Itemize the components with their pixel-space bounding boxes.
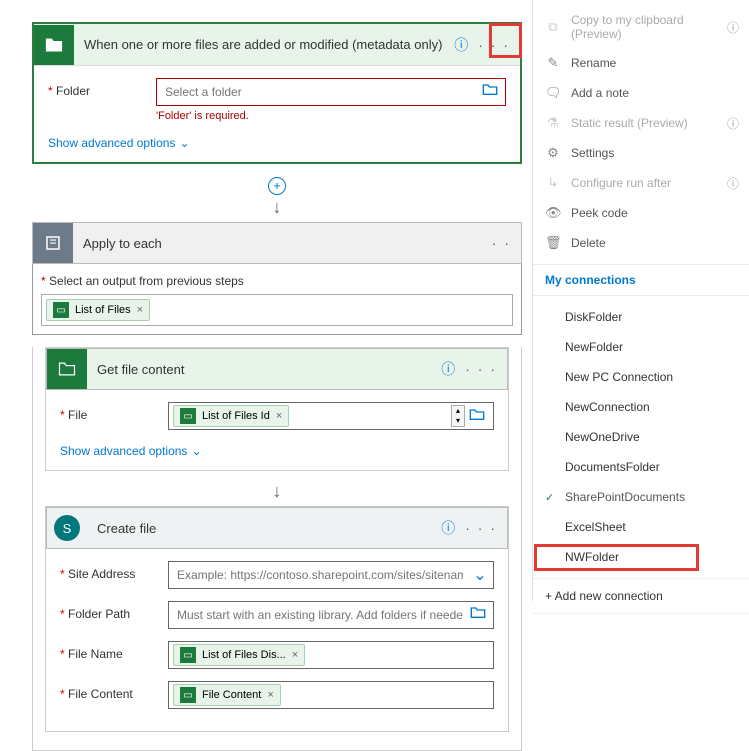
context-menu: ⧉Copy to my clipboard (Preview)ⓘ ✎Rename… (532, 0, 749, 601)
folder-icon: ▭ (53, 302, 69, 318)
createfile-title: Create file (87, 521, 441, 536)
folder-icon: ▭ (180, 687, 196, 703)
add-step-button[interactable]: + (268, 177, 286, 195)
output-label: Select an output from previous steps (41, 274, 244, 288)
createfile-header[interactable]: S Create file ⓘ · · · (46, 507, 508, 549)
folder-path-label: Folder Path (60, 601, 168, 621)
info-icon[interactable]: ⓘ (727, 19, 739, 36)
folder-label: Folder (48, 78, 156, 98)
more-button[interactable]: · · · (465, 361, 497, 377)
eye-icon: 👁 (545, 205, 561, 221)
connection-item[interactable]: SharePointDocuments (533, 482, 749, 512)
connection-item[interactable]: DocumentsFolder (533, 452, 749, 482)
folder-path-input[interactable] (168, 601, 494, 629)
folder-picker-icon[interactable] (469, 407, 489, 421)
trigger-header[interactable]: When one or more files are added or modi… (34, 24, 520, 66)
connection-item[interactable]: NewOneDrive (533, 422, 749, 452)
connection-item[interactable]: ExcelSheet (533, 512, 749, 542)
getfile-header[interactable]: Get file content ⓘ · · · (46, 348, 508, 390)
menu-settings[interactable]: ⚙Settings (533, 138, 749, 168)
connection-item[interactable]: NWFolder (533, 542, 749, 572)
sharepoint-icon: S (54, 515, 80, 541)
branch-icon: ↳ (545, 175, 561, 191)
connection-item[interactable]: DiskFolder (533, 302, 749, 332)
folder-icon: ▭ (180, 647, 196, 663)
apply-header[interactable]: Apply to each · · (32, 222, 522, 264)
getfile-title: Get file content (87, 362, 441, 377)
folder-input[interactable] (156, 78, 506, 106)
connector-arrow: +↓ (32, 170, 522, 222)
chevron-down-icon (179, 136, 189, 150)
remove-chip-icon[interactable]: × (137, 304, 143, 316)
site-address-label: Site Address (60, 561, 168, 581)
file-name-input[interactable]: ▭ List of Files Dis... × (168, 641, 494, 669)
menu-static[interactable]: ⚗Static result (Preview)ⓘ (533, 108, 749, 138)
dropdown-icon[interactable]: ⌄ (470, 565, 490, 585)
menu-runafter[interactable]: ↳Configure run afterⓘ (533, 168, 749, 198)
menu-peek[interactable]: 👁Peek code (533, 198, 749, 228)
output-field[interactable]: ▭ List of Files × (41, 294, 513, 326)
flask-icon: ⚗ (545, 115, 561, 131)
menu-rename[interactable]: ✎Rename (533, 48, 749, 78)
file-name-label: File Name (60, 641, 168, 661)
remove-chip-icon[interactable]: × (276, 410, 282, 422)
help-icon[interactable]: ⓘ (454, 35, 468, 55)
folder-icon (34, 25, 74, 65)
show-advanced-link[interactable]: Show advanced options (48, 136, 190, 150)
folder-error: 'Folder' is required. (156, 110, 506, 122)
help-icon[interactable]: ⓘ (441, 359, 455, 379)
site-address-input[interactable] (168, 561, 494, 589)
folder-icon: ▭ (180, 408, 196, 424)
file-id-chip[interactable]: ▭ List of Files Id × (173, 405, 289, 427)
chevron-down-icon (191, 444, 201, 458)
folder-picker-icon[interactable] (482, 82, 502, 96)
trigger-title: When one or more files are added or modi… (74, 37, 454, 52)
info-icon[interactable]: ⓘ (727, 115, 739, 132)
add-connection-button[interactable]: + Add new connection (533, 578, 749, 614)
more-button[interactable]: · · (492, 235, 511, 251)
file-content-input[interactable]: ▭ File Content × (168, 681, 494, 709)
file-label: File (60, 402, 168, 422)
folder-icon (47, 349, 87, 389)
connection-item[interactable]: NewConnection (533, 392, 749, 422)
menu-delete[interactable]: 🗑Delete (533, 228, 749, 258)
remove-chip-icon[interactable]: × (292, 649, 298, 661)
folder-picker-icon[interactable] (470, 605, 490, 619)
list-of-files-chip[interactable]: ▭ List of Files × (46, 299, 150, 321)
gear-icon: ⚙ (545, 145, 561, 161)
more-button[interactable]: · · · (478, 37, 510, 53)
loop-icon (33, 223, 73, 263)
file-input[interactable]: ▭ List of Files Id × ▴▾ (168, 402, 494, 430)
file-content-label: File Content (60, 681, 168, 701)
apply-title: Apply to each (73, 236, 492, 251)
pencil-icon: ✎ (545, 55, 561, 71)
note-icon: 🗨 (545, 85, 561, 101)
connection-item[interactable]: NewFolder (533, 332, 749, 362)
show-advanced-link[interactable]: Show advanced options (60, 444, 202, 458)
stepper[interactable]: ▴▾ (451, 405, 465, 427)
info-icon[interactable]: ⓘ (727, 175, 739, 192)
connector-arrow: ↓ (45, 477, 509, 506)
file-content-chip[interactable]: ▭ File Content × (173, 684, 281, 706)
menu-note[interactable]: 🗨Add a note (533, 78, 749, 108)
connections-header: My connections (533, 264, 749, 296)
remove-chip-icon[interactable]: × (267, 689, 273, 701)
file-name-chip[interactable]: ▭ List of Files Dis... × (173, 644, 305, 666)
help-icon[interactable]: ⓘ (441, 518, 455, 538)
more-button[interactable]: · · · (465, 520, 497, 536)
connection-item[interactable]: New PC Connection (533, 362, 749, 392)
menu-copy[interactable]: ⧉Copy to my clipboard (Preview)ⓘ (533, 6, 749, 48)
copy-icon: ⧉ (545, 19, 561, 35)
trash-icon: 🗑 (545, 235, 561, 251)
